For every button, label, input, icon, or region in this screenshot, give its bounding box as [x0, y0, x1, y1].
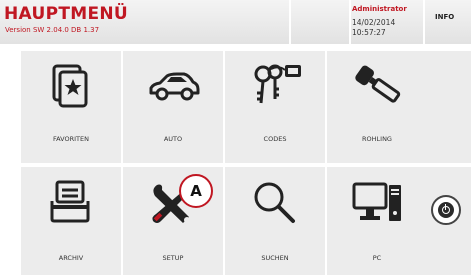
archive-tray-icon: [21, 167, 121, 237]
tile-archiv[interactable]: ARCHIV: [21, 167, 121, 275]
date-text: 14/02/2014: [352, 18, 396, 27]
tile-suchen[interactable]: SUCHEN: [225, 167, 325, 275]
tile-codes[interactable]: CODES: [225, 51, 325, 163]
tile-label: ARCHIV: [58, 254, 84, 262]
title-area: HAUPTMENÜ Version SW 2.04.0 DB 1.37: [2, 0, 289, 44]
power-button[interactable]: [431, 195, 461, 225]
keys-tag-icon: [225, 51, 325, 121]
callout-label: A: [190, 182, 202, 200]
tile-label: AUTO: [163, 135, 183, 143]
header-divider: [349, 0, 351, 44]
tile-pc[interactable]: PC: [327, 167, 427, 275]
info-label: INFO: [435, 13, 455, 21]
tile-auto[interactable]: AUTO: [123, 51, 223, 163]
key-blank-icon: [327, 51, 427, 121]
side-panel-top: [427, 51, 471, 163]
tile-label: CODES: [263, 135, 287, 143]
computer-icon: [327, 167, 427, 237]
favorites-star-icon: [21, 51, 121, 121]
user-name: Administrator: [352, 5, 407, 13]
tile-label: SETUP: [162, 254, 184, 262]
tile-label: PC: [372, 254, 382, 262]
power-icon: [438, 202, 454, 218]
callout-a: A: [179, 174, 213, 208]
user-datetime-block: Administrator 14/02/2014 10:57:27: [352, 0, 424, 44]
tile-label: SUCHEN: [261, 254, 289, 262]
tile-favoriten[interactable]: FAVORITEN: [21, 51, 121, 163]
main-menu-screen: HAUPTMENÜ Version SW 2.04.0 DB 1.37 Admi…: [0, 0, 471, 275]
car-icon: [123, 51, 223, 121]
version-text: Version SW 2.04.0 DB 1.37: [5, 26, 100, 34]
info-button[interactable]: INFO: [425, 0, 471, 44]
page-title: HAUPTMENÜ: [4, 4, 128, 24]
time-text: 10:57:27: [352, 28, 386, 37]
tile-rohling[interactable]: ROHLING: [327, 51, 427, 163]
tile-label: FAVORITEN: [53, 135, 89, 143]
header-empty-block: [291, 0, 349, 44]
tile-label: ROHLING: [362, 135, 392, 143]
magnifier-icon: [225, 167, 325, 237]
header-bar: HAUPTMENÜ Version SW 2.04.0 DB 1.37 Admi…: [0, 0, 471, 44]
